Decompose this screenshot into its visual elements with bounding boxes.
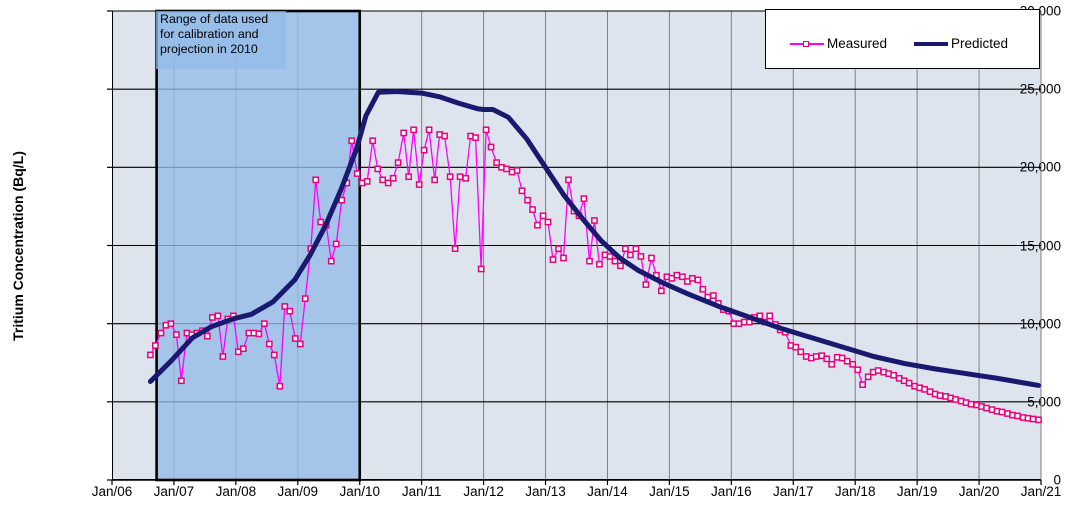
measured-line-swatch-icon	[790, 38, 824, 50]
legend-label-measured: Measured	[827, 36, 888, 51]
annotation-line-3: projection in 2010	[160, 42, 258, 57]
legend-label-predicted: Predicted	[951, 36, 1009, 51]
chart-canvas	[107, 9, 1042, 485]
predicted-line-swatch-icon	[914, 38, 948, 50]
chart-legend: Measured Predicted	[765, 9, 1040, 69]
legend-item-predicted: Predicted	[914, 36, 1008, 51]
tritium-concentration-chart: Tritium Concentration (Bq/L) 0 5,000 10,00…	[0, 0, 1069, 519]
annotation-line-1: Range of data used	[160, 12, 269, 26]
legend-item-measured: Measured	[790, 36, 887, 51]
annotation-text: Range of data used for calibration and p…	[160, 12, 288, 58]
annotation-line-2: for calibration and	[160, 27, 259, 42]
